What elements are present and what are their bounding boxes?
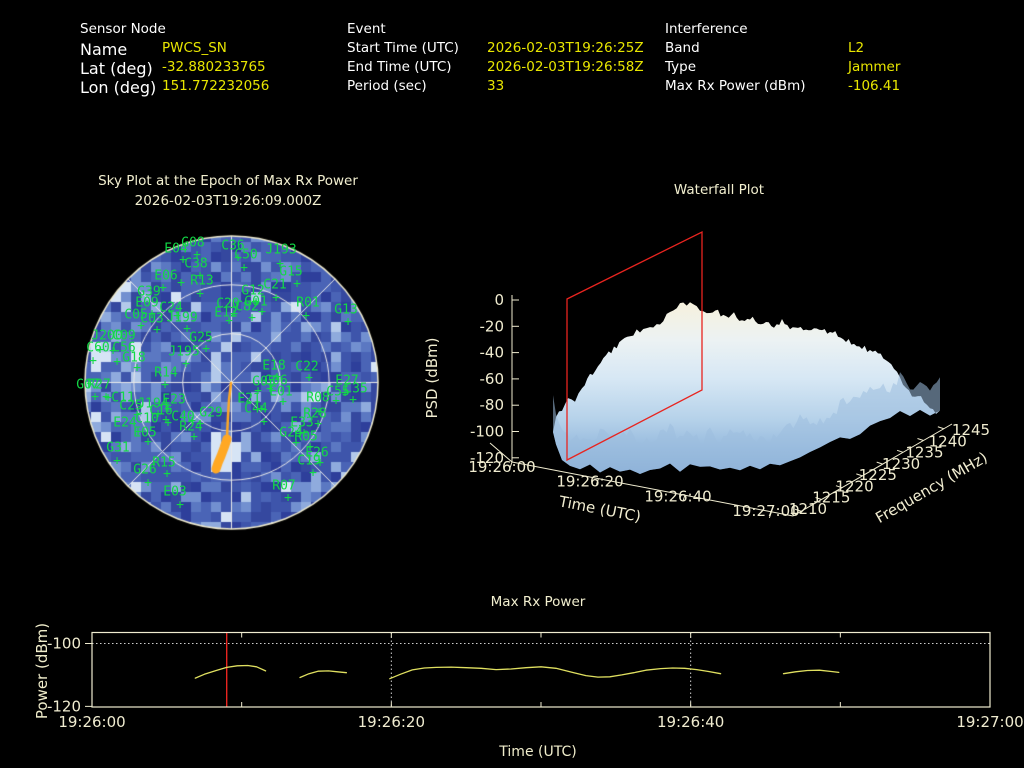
field-label: Name xyxy=(80,40,128,59)
event-end-value: 2026-02-03T19:26:58Z xyxy=(487,59,644,75)
power-xlabel: Time (UTC) xyxy=(499,744,577,760)
gnss-interference-dashboard: Sensor Node Name Lat (deg) Lon (deg) PWC… xyxy=(0,0,1024,768)
svg-text:19:26:20: 19:26:20 xyxy=(556,473,623,491)
waterfall-plot: 0-20-40-60-80-100-120PSD (dBm)19:26:0019… xyxy=(423,230,991,527)
svg-text:-60: -60 xyxy=(480,370,505,388)
sensor-node-section: Sensor Node Name Lat (deg) Lon (deg) PWC… xyxy=(80,21,269,97)
svg-text:1245: 1245 xyxy=(952,421,990,439)
svg-text:19:26:40: 19:26:40 xyxy=(657,713,724,731)
svg-text:0: 0 xyxy=(494,291,504,309)
svg-text:-40: -40 xyxy=(480,344,505,362)
sensor-node-title: Sensor Node xyxy=(80,21,166,37)
field-label: Lat (deg) xyxy=(80,59,153,78)
sensor-name-value: PWCS_SN xyxy=(162,40,227,56)
svg-text:-20: -20 xyxy=(480,317,505,335)
svg-text:19:26:00: 19:26:00 xyxy=(468,458,535,476)
field-label: Lon (deg) xyxy=(80,78,157,97)
field-label: Max Rx Power (dBm) xyxy=(665,78,806,94)
sensor-lon-value: 151.772232056 xyxy=(162,78,270,94)
field-label: Start Time (UTC) xyxy=(347,40,459,56)
waterfall-title: Waterfall Plot xyxy=(673,182,765,198)
event-title: Event xyxy=(347,21,386,37)
field-label: Period (sec) xyxy=(347,78,427,94)
svg-text:Time (UTC): Time (UTC) xyxy=(557,492,643,526)
interference-power-value: -106.41 xyxy=(848,78,901,94)
svg-text:-80: -80 xyxy=(480,396,505,414)
svg-text:19:26:00: 19:26:00 xyxy=(58,713,125,731)
sky-plot-title: Sky Plot at the Epoch of Max Rx Power xyxy=(98,173,358,189)
event-period-value: 33 xyxy=(487,78,505,94)
interference-section: Interference Band Type Max Rx Power (dBm… xyxy=(665,21,900,94)
sensor-lat-value: -32.880233765 xyxy=(162,59,266,75)
field-label: Type xyxy=(665,59,697,75)
interference-type-value: Jammer xyxy=(848,59,901,75)
event-start-value: 2026-02-03T19:26:25Z xyxy=(487,40,644,56)
svg-text:PSD (dBm): PSD (dBm) xyxy=(423,337,441,418)
power-ylabel: Power (dBm) xyxy=(33,622,51,720)
sky-plot-canvas xyxy=(81,232,381,532)
event-section: Event Start Time (UTC) End Time (UTC) Pe… xyxy=(347,21,644,94)
svg-text:19:27:00: 19:27:00 xyxy=(956,713,1023,731)
interference-band-value: L2 xyxy=(848,40,865,56)
sky-plot-subtitle: 2026-02-03T19:26:09.000Z xyxy=(134,193,322,209)
svg-text:19:26:20: 19:26:20 xyxy=(358,713,425,731)
field-label: Band xyxy=(665,40,700,56)
interference-title: Interference xyxy=(665,21,748,37)
svg-text:-100: -100 xyxy=(47,635,81,653)
power-plot: -100-12019:26:00 19:26:20 19:26:40 19:27:00 xyxy=(47,631,1024,731)
field-label: End Time (UTC) xyxy=(347,59,452,75)
svg-text:-100: -100 xyxy=(470,423,504,441)
svg-text:19:26:40: 19:26:40 xyxy=(644,487,711,505)
